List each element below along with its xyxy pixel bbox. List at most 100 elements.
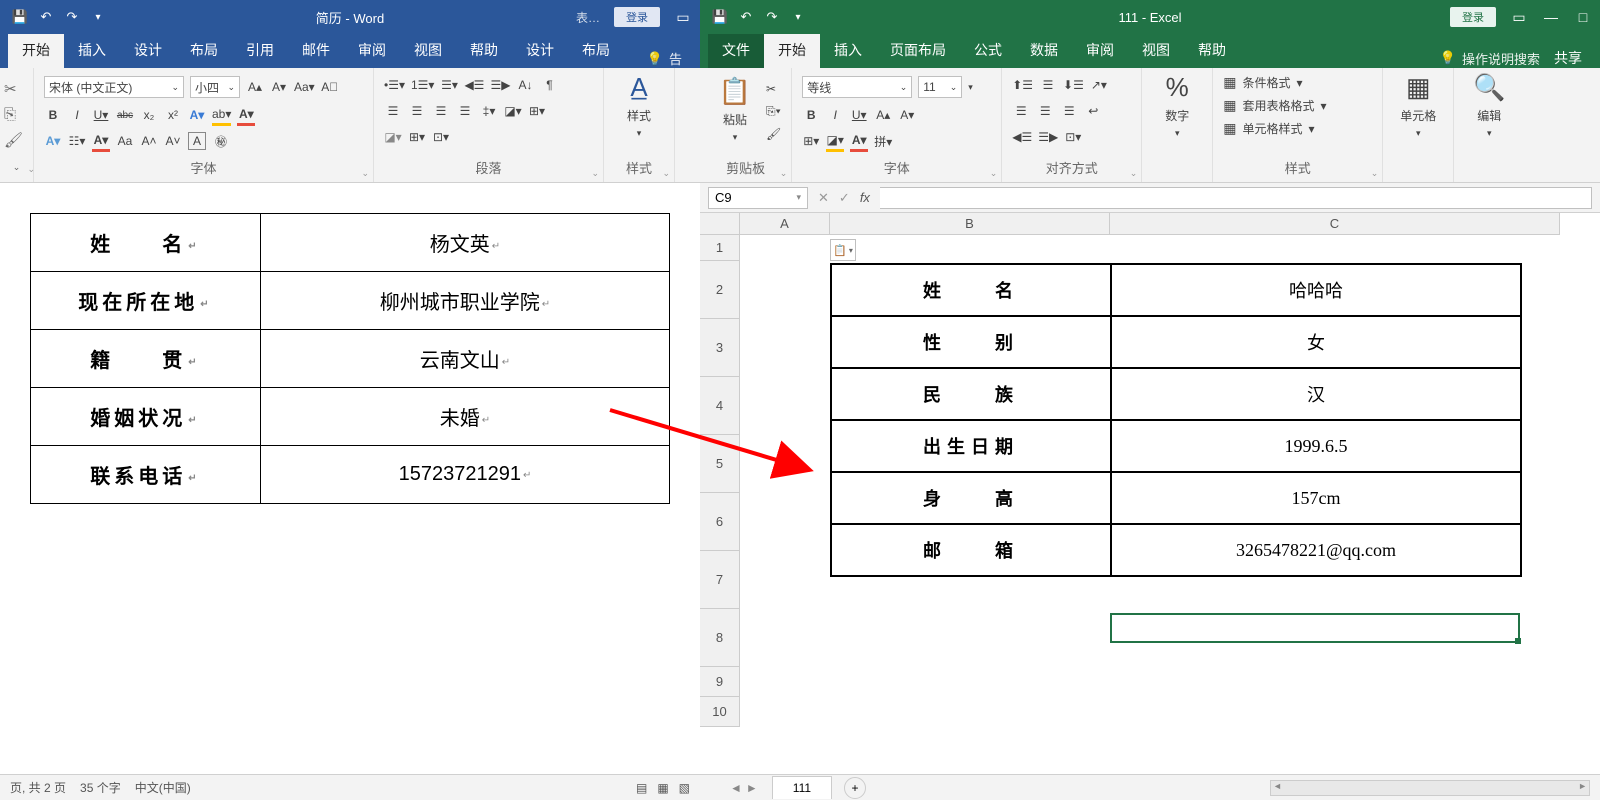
- tab-home[interactable]: 开始: [764, 32, 820, 68]
- tab-page-layout[interactable]: 页面布局: [876, 32, 960, 68]
- change-case-icon[interactable]: Aa▾: [294, 78, 315, 96]
- tab-help[interactable]: 帮助: [456, 32, 512, 68]
- add-sheet-button[interactable]: +: [844, 777, 866, 799]
- tell-me-search[interactable]: 💡 告: [647, 49, 682, 68]
- tab-layout[interactable]: 布局: [176, 32, 232, 68]
- fx-icon[interactable]: fx: [860, 190, 870, 206]
- value-gender[interactable]: 女: [1111, 316, 1521, 368]
- cells-button[interactable]: ▦ 单元格 ▾: [1393, 72, 1443, 139]
- label-origin[interactable]: 籍 贯↵: [31, 330, 261, 388]
- italic-button[interactable]: I: [68, 106, 86, 124]
- char-shading-icon[interactable]: ☷▾: [68, 132, 86, 150]
- tab-file[interactable]: 文件: [708, 32, 764, 68]
- sheet-tab[interactable]: 111: [772, 776, 832, 799]
- label-dob[interactable]: 出生日期: [831, 420, 1111, 472]
- grow-a-icon[interactable]: A˄: [140, 132, 158, 150]
- value-dob[interactable]: 1999.6.5: [1111, 420, 1521, 472]
- redo-icon[interactable]: ↷: [64, 9, 80, 25]
- tab-table-layout[interactable]: 布局: [568, 32, 624, 68]
- tab-insert[interactable]: 插入: [64, 32, 120, 68]
- grow-font-icon[interactable]: A▴: [246, 78, 264, 96]
- strike-button[interactable]: abc: [116, 106, 134, 124]
- tab-view[interactable]: 视图: [400, 32, 456, 68]
- conditional-format-button[interactable]: ▦ 条件格式 ▾: [1223, 74, 1302, 91]
- text-effects-icon[interactable]: A▾: [188, 106, 206, 124]
- paste-options-badge[interactable]: 📋: [830, 239, 856, 261]
- top-align-icon[interactable]: ⬆☰: [1012, 76, 1033, 94]
- tab-help[interactable]: 帮助: [1184, 32, 1240, 68]
- web-layout-icon[interactable]: ▧: [679, 781, 690, 795]
- phonetic-guide-icon[interactable]: Aa: [116, 132, 134, 150]
- highlight-button[interactable]: ab▾: [212, 106, 231, 124]
- justify-icon[interactable]: ☰: [456, 102, 474, 120]
- number-format-button[interactable]: % 数字 ▾: [1152, 72, 1202, 139]
- cell-styles-button[interactable]: ▦ 单元格样式 ▾: [1223, 120, 1314, 137]
- row-header[interactable]: 8: [700, 609, 740, 667]
- selected-cell[interactable]: [1110, 613, 1520, 643]
- qat-more-icon[interactable]: ▾: [90, 9, 106, 25]
- subscript-button[interactable]: x₂: [140, 106, 158, 124]
- bottom-align-icon[interactable]: ⬇☰: [1063, 76, 1084, 94]
- word-document[interactable]: 姓 名↵杨文英↵ 现在所在地↵柳州城市职业学院↵ 籍 贯↵云南文山↵ 婚姻状况↵…: [0, 183, 700, 774]
- text-effect-a-icon[interactable]: A▾: [44, 132, 62, 150]
- align-right-icon[interactable]: ☰: [1060, 102, 1078, 120]
- label-name[interactable]: 姓 名↵: [31, 214, 261, 272]
- underline-button[interactable]: U▾: [92, 106, 110, 124]
- tell-me-search[interactable]: 💡 操作说明搜索: [1440, 49, 1540, 68]
- format-painter-icon[interactable]: 🖌: [4, 131, 29, 149]
- copy-icon[interactable]: ⎘▾: [766, 104, 781, 119]
- ribbon-options-icon[interactable]: ▭: [674, 9, 692, 26]
- increase-indent-icon[interactable]: ☰▶: [490, 76, 510, 94]
- redo-icon[interactable]: ↷: [764, 9, 780, 25]
- bold-button[interactable]: B: [44, 106, 62, 124]
- char-border-icon[interactable]: A▾: [92, 132, 110, 150]
- bullets-icon[interactable]: •☰▾: [384, 76, 405, 94]
- decrease-indent-icon[interactable]: ◀☰: [1012, 128, 1032, 146]
- shrink-font-icon[interactable]: A▾: [898, 106, 916, 124]
- label-phone[interactable]: 联系电话↵: [31, 446, 261, 504]
- row-header[interactable]: 3: [700, 319, 740, 377]
- print-layout-icon[interactable]: ▦: [657, 781, 668, 795]
- value-phone[interactable]: 15723721291↵: [261, 446, 670, 504]
- shrink-a-icon[interactable]: A˅: [164, 132, 182, 150]
- tab-insert[interactable]: 插入: [820, 32, 876, 68]
- select-all-corner[interactable]: [700, 213, 740, 235]
- enclose-char-icon[interactable]: ㊙: [212, 132, 230, 150]
- shrink-font-icon[interactable]: A▾: [270, 78, 288, 96]
- sort-icon[interactable]: A↓: [516, 76, 534, 94]
- clear-format-icon[interactable]: A⃠: [321, 78, 339, 96]
- superscript-button[interactable]: x²: [164, 106, 182, 124]
- align-center-icon[interactable]: ☰: [408, 102, 426, 120]
- sheet-nav-next-icon[interactable]: ►: [746, 781, 758, 795]
- line-spacing-icon[interactable]: ‡▾: [480, 102, 498, 120]
- tab-view[interactable]: 视图: [1128, 32, 1184, 68]
- char-border2-icon[interactable]: A: [188, 132, 206, 150]
- value-name[interactable]: 杨文英↵: [261, 214, 670, 272]
- align-center-icon[interactable]: ☰: [1036, 102, 1054, 120]
- font-color-button[interactable]: A▾: [237, 106, 255, 124]
- numbering-icon[interactable]: 1☰▾: [411, 76, 434, 94]
- label-ethnicity[interactable]: 民 族: [831, 368, 1111, 420]
- word-resume-table[interactable]: 姓 名↵杨文英↵ 现在所在地↵柳州城市职业学院↵ 籍 贯↵云南文山↵ 婚姻状况↵…: [30, 213, 670, 504]
- name-box[interactable]: C9▾: [708, 187, 808, 209]
- tab-design[interactable]: 设计: [120, 32, 176, 68]
- fill-color-button[interactable]: ◪▾: [826, 132, 844, 150]
- orientation-icon[interactable]: ↗▾: [1090, 76, 1108, 94]
- value-origin[interactable]: 云南文山↵: [261, 330, 670, 388]
- grow-font-icon[interactable]: A▴: [874, 106, 892, 124]
- merge-center-icon[interactable]: ⊡▾: [1064, 128, 1082, 146]
- middle-align-icon[interactable]: ☰: [1039, 76, 1057, 94]
- row-header[interactable]: 5: [700, 435, 740, 493]
- show-marks-icon[interactable]: ¶: [540, 76, 558, 94]
- excel-grid[interactable]: ABC 12345678910 📋 姓 名哈哈哈 性 别女 民 族汉 出生日期1…: [700, 213, 1600, 774]
- borders-icon[interactable]: ⊞▾: [802, 132, 820, 150]
- column-header[interactable]: A: [740, 213, 830, 235]
- font-color-button[interactable]: A▾: [850, 132, 868, 150]
- column-header[interactable]: B: [830, 213, 1110, 235]
- value-name[interactable]: 哈哈哈: [1111, 264, 1521, 316]
- font-name-dropdown[interactable]: 等线⌄: [802, 76, 912, 98]
- border-style-icon[interactable]: ⊞▾: [408, 128, 426, 146]
- formula-input[interactable]: [880, 187, 1592, 209]
- label-height[interactable]: 身 高: [831, 472, 1111, 524]
- value-marital[interactable]: 未婚↵: [261, 388, 670, 446]
